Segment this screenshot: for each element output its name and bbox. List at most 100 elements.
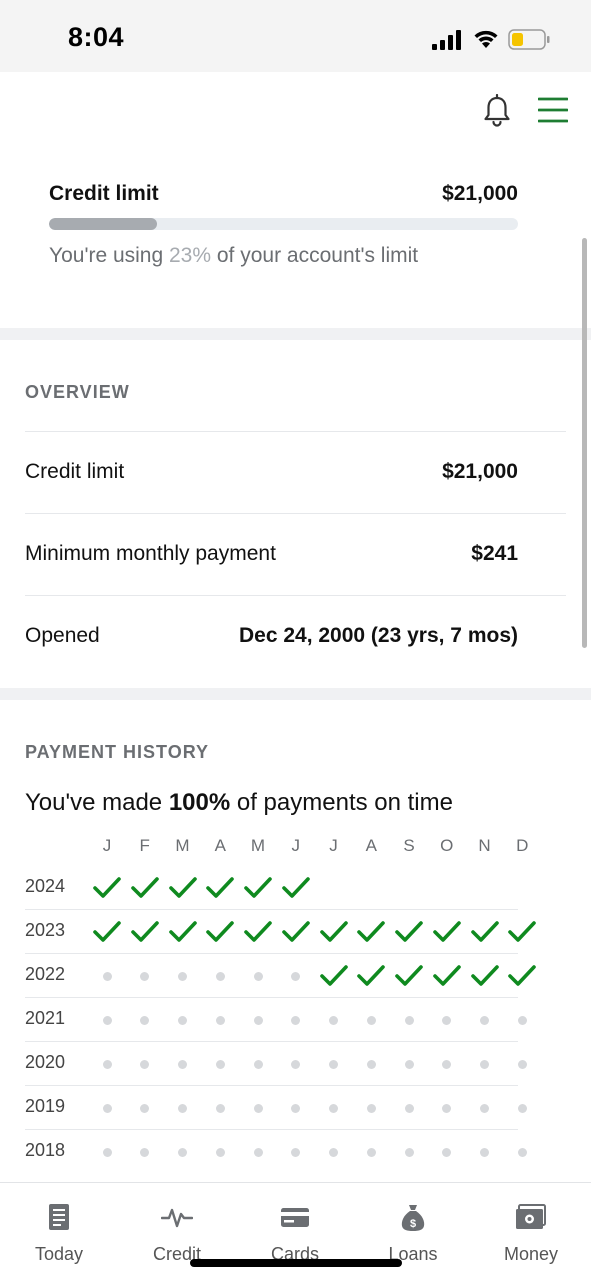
no-data-dot [201,998,239,1042]
no-data-dot [126,1042,164,1086]
month-header: J [102,836,112,855]
nav-today[interactable]: Today [0,1183,118,1280]
section-divider [0,688,591,700]
credit-limit-label: Credit limit [49,182,159,205]
on-time-payment-check-icon [88,866,126,910]
credit-usage-note-suffix: of your account's limit [211,244,419,267]
no-data-dot [277,1130,315,1174]
no-data-dot [503,1086,541,1130]
hamburger-menu-icon[interactable] [538,96,568,124]
on-time-payment-check-icon [201,866,239,910]
payment-year-label: 2024 [25,876,66,896]
no-data-dot [466,1042,504,1086]
no-data-dot [88,1130,126,1174]
on-time-payment-check-icon [164,910,202,954]
no-data-dot [201,1042,239,1086]
banknote-icon [516,1204,546,1229]
no-data-dot [390,1130,428,1174]
month-header: J [291,836,301,855]
on-time-payment-check-icon [466,954,504,998]
on-time-payment-check-icon [428,954,466,998]
no-data-dot [164,998,202,1042]
on-time-payment-check-icon [428,910,466,954]
on-time-payment-check-icon [503,954,541,998]
overview-value: $21,000 [442,460,518,483]
no-data-dot [352,998,390,1042]
no-data-dot [428,998,466,1042]
nav-label: Today [34,1244,84,1264]
month-header: A [214,836,226,855]
month-header: N [478,836,491,855]
payment-history-row: 2021 [25,998,527,1042]
scrollbar[interactable] [582,238,587,648]
notification-bell-icon[interactable] [482,94,512,128]
month-header: J [329,836,338,855]
no-data-dot [428,1042,466,1086]
overview-value: $241 [471,542,518,565]
overview-title: OVERVIEW [25,382,130,402]
no-data-dot [126,1086,164,1130]
on-time-payment-check-icon [88,910,126,954]
status-bar: 8:04 [0,0,591,72]
overview-row-credit-limit: Credit limit $21,000 [25,431,566,513]
on-time-payment-check-icon [126,910,164,954]
month-header: D [516,836,529,855]
on-time-payment-check-icon [239,866,277,910]
card-icon [281,1208,309,1227]
svg-text:$: $ [410,1218,416,1230]
month-header: S [403,836,415,855]
overview-label: Minimum monthly payment [25,542,276,565]
no-data-dot [88,954,126,998]
overview-label: Opened [25,624,100,647]
no-data-dot [88,998,126,1042]
no-data-dot [164,954,202,998]
no-data-dot [201,954,239,998]
no-data-dot [352,1042,390,1086]
no-data-dot [201,1130,239,1174]
payment-history-summary: You've made 100% of payments on time [25,789,453,817]
no-data-dot [239,1086,277,1130]
no-data-dot [277,998,315,1042]
no-data-dot [126,998,164,1042]
no-data-dot [201,1086,239,1130]
on-time-payment-check-icon [352,910,390,954]
home-indicator [190,1259,402,1267]
payment-summary-prefix: You've made [25,789,169,816]
section-divider [0,328,591,340]
month-header: A [365,836,377,855]
nav-money[interactable]: Money [472,1183,590,1280]
credit-usage-note-prefix: You're using [49,244,169,267]
no-data-dot [390,998,428,1042]
payment-year-label: 2020 [25,1052,66,1072]
payment-history-title: PAYMENT HISTORY [25,742,210,762]
on-time-payment-check-icon [277,910,315,954]
no-data-dot [277,1086,315,1130]
month-header: M [250,836,266,855]
on-time-payment-check-icon [466,910,504,954]
no-data-dot [239,1042,277,1086]
no-data-dot [428,1130,466,1174]
month-header: M [175,836,190,855]
no-data-dot [239,1130,277,1174]
document-icon [49,1204,69,1230]
overview-row-opened: Opened Dec 24, 2000 (23 yrs, 7 mos) [25,595,566,677]
no-data-dot [164,1086,202,1130]
payment-history-row: 2019 [25,1086,527,1130]
no-data-dot [164,1130,202,1174]
payment-history-row: 2020 [25,1042,527,1086]
no-data-dot [352,1130,390,1174]
no-data-dot [164,1042,202,1086]
no-data-dot [315,1086,353,1130]
payment-history-row: 2018 [25,1130,527,1174]
on-time-payment-check-icon [315,954,353,998]
overview-label: Credit limit [25,460,125,483]
no-data-dot [126,954,164,998]
credit-usage-percent: 23% [169,244,212,267]
no-data-dot [315,1042,353,1086]
no-data-dot [126,1130,164,1174]
no-data-dot [315,998,353,1042]
no-data-dot [503,1130,541,1174]
no-data-dot [277,1042,315,1086]
month-header: F [139,836,150,855]
payment-year-label: 2023 [25,920,66,940]
